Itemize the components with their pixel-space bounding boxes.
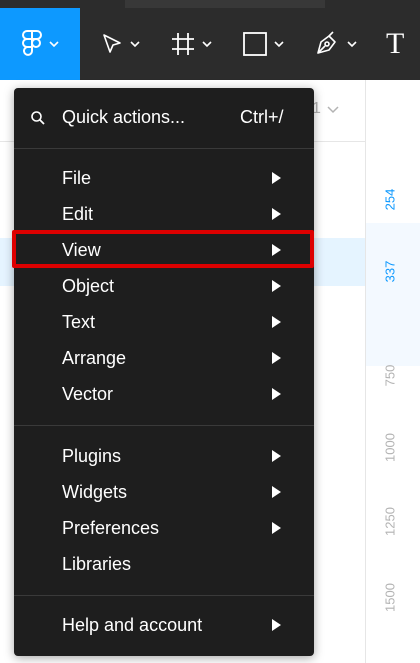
- move-tool-button[interactable]: [100, 8, 140, 80]
- shape-tool-icon: [243, 32, 267, 56]
- main-menu-button[interactable]: [0, 8, 80, 80]
- top-toolbar: T: [0, 0, 420, 80]
- submenu-arrow-icon: [272, 172, 281, 184]
- menu-item-help-and-account[interactable]: Help and account: [14, 607, 314, 643]
- menu-item-label: Quick actions...: [62, 106, 186, 127]
- ruler-label: 1000: [382, 433, 398, 462]
- menu-item-preferences[interactable]: Preferences: [14, 510, 314, 546]
- submenu-arrow-icon: [272, 316, 281, 328]
- menu-item-vector[interactable]: Vector: [14, 376, 314, 412]
- submenu-arrow-icon: [272, 280, 281, 292]
- submenu-arrow-icon: [272, 522, 281, 534]
- main-menu-icon: [22, 30, 42, 56]
- pen-tool-icon: [317, 31, 336, 54]
- menu-item-label: Widgets: [62, 481, 128, 502]
- menu-item-libraries[interactable]: Libraries: [14, 546, 314, 582]
- view-highlight-box: [12, 230, 314, 268]
- menu-separator: [14, 425, 314, 426]
- ruler-label: 1250: [382, 507, 398, 536]
- ruler-label: 337: [382, 260, 398, 283]
- menu-item-arrange[interactable]: Arrange: [14, 340, 314, 376]
- menu-item-text[interactable]: Text: [14, 304, 314, 340]
- menu-item-label: Libraries: [62, 553, 132, 574]
- submenu-arrow-icon: [272, 388, 281, 400]
- submenu-arrow-icon: [272, 619, 281, 631]
- text-tool-icon: T: [386, 27, 405, 60]
- menu-separator: [14, 148, 314, 149]
- menu-item-label: Text: [62, 311, 96, 332]
- text-tool-button[interactable]: T: [386, 8, 404, 80]
- menu-item-label: Edit: [62, 203, 94, 224]
- submenu-arrow-icon: [272, 486, 281, 498]
- menu-item-label: Help and account: [62, 614, 203, 635]
- search-icon: [31, 111, 45, 125]
- ruler-label: 254: [382, 188, 398, 211]
- submenu-arrow-icon: [272, 352, 281, 364]
- ruler-label: 750: [382, 364, 398, 387]
- chevron-down-icon: [347, 41, 357, 48]
- menu-item-label: File: [62, 167, 92, 188]
- menu-item-object[interactable]: Object: [14, 268, 314, 304]
- menu-item-label: Preferences: [62, 517, 160, 538]
- menu-item-label: Arrange: [62, 347, 127, 368]
- ruler-label: 1500: [382, 583, 398, 612]
- menu-item-widgets[interactable]: Widgets: [14, 474, 314, 510]
- chevron-down-icon: [202, 41, 212, 48]
- pen-tool-button[interactable]: [313, 8, 357, 80]
- menu-item-label: Plugins: [62, 445, 122, 466]
- menu-item-label: Vector: [62, 383, 114, 404]
- chevron-down-icon: [327, 106, 339, 114]
- shape-tool-button[interactable]: [242, 8, 284, 80]
- chevron-down-icon: [130, 41, 140, 48]
- toolbar-top-strip: [125, 0, 325, 8]
- shortcut-label: Ctrl+/: [240, 106, 284, 127]
- menu-item-label: Object: [62, 275, 115, 296]
- submenu-arrow-icon: [272, 208, 281, 220]
- main-menu-dropdown: Quick actions... Ctrl+/ File Edit View O…: [14, 88, 314, 656]
- submenu-arrow-icon: [272, 450, 281, 462]
- menu-item-edit[interactable]: Edit: [14, 196, 314, 232]
- menu-item-plugins[interactable]: Plugins: [14, 438, 314, 474]
- chevron-down-icon: [49, 41, 59, 48]
- frame-tool-icon: [172, 33, 194, 55]
- menu-item-quick-actions[interactable]: Quick actions... Ctrl+/: [14, 99, 314, 135]
- move-tool-icon: [103, 34, 121, 53]
- chevron-down-icon: [274, 41, 284, 48]
- menu-separator: [14, 595, 314, 596]
- frame-tool-button[interactable]: [170, 8, 212, 80]
- menu-item-file[interactable]: File: [14, 160, 314, 196]
